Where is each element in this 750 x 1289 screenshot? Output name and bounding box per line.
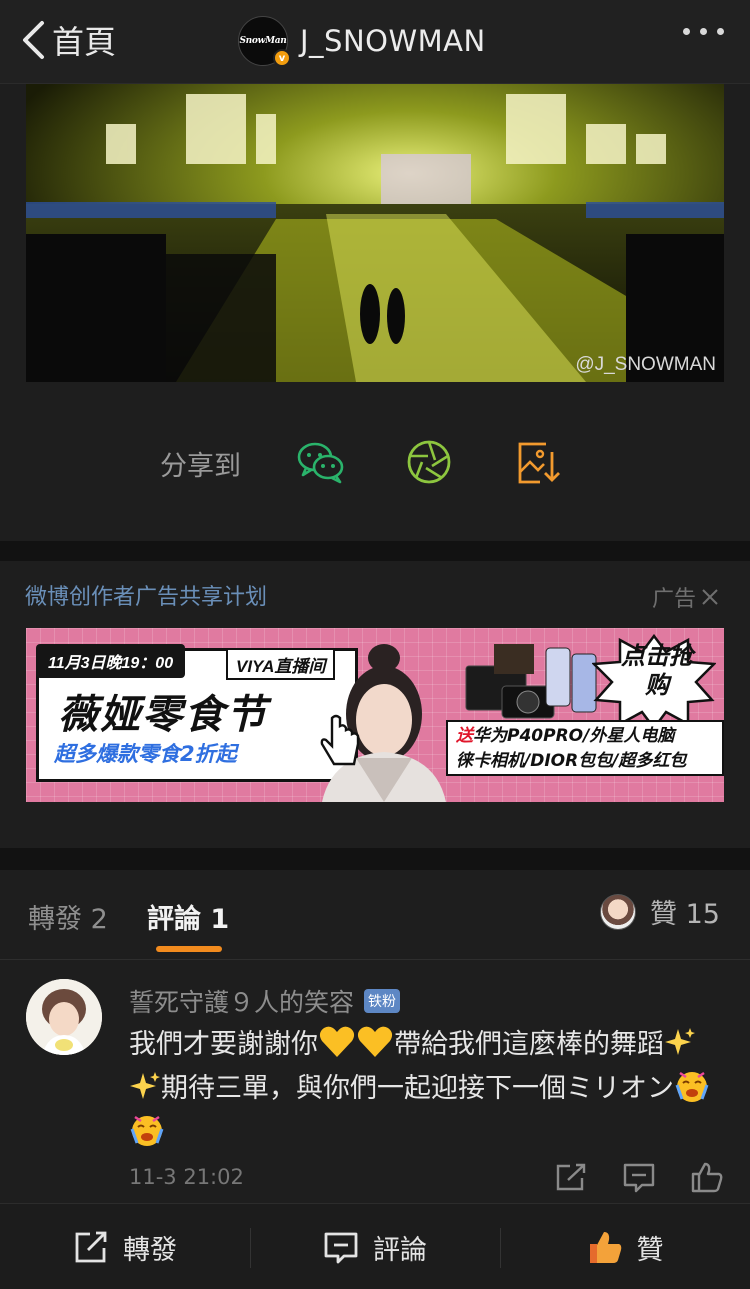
verified-badge-icon: v <box>273 49 291 67</box>
tab-comments[interactable]: 評論 1 <box>147 897 229 936</box>
section-divider <box>0 541 750 561</box>
like-label: 贊 <box>636 1234 664 1266</box>
comment-item: 誓死守護９人的笑容 铁粉 我們才要謝謝你 帶給我們這麼棒的舞蹈期待三單，與你們一起… <box>0 961 750 1201</box>
yellow-heart-icon <box>357 1026 393 1057</box>
ad-date: 11月3日晚19：00 <box>36 644 186 678</box>
top-nav-bar: 首頁 SnowMan v J_SNOWMAN <box>0 0 750 84</box>
ad-subline: 超多爆款零食2折起 <box>54 742 237 766</box>
ad-tag-label: 广告 <box>651 587 696 612</box>
active-tab-indicator <box>156 946 222 952</box>
bottom-action-bar: 轉發 評論 贊 <box>0 1203 750 1289</box>
feedback-tabs: 轉發 2 評論 1 贊 15 <box>0 870 750 960</box>
share-label: 分享到 <box>160 451 241 482</box>
ad-close-button[interactable]: 广告 <box>652 581 720 613</box>
sparkles-icon <box>665 1028 695 1055</box>
video-player[interactable]: @J_SNOWMAN <box>26 84 724 382</box>
account-header[interactable]: SnowMan v J_SNOWMAN <box>238 14 486 68</box>
comment-text: 我們才要謝謝你 帶給我們這麼棒的舞蹈期待三單，與你們一起迎接下一個ミリオン <box>129 1023 719 1155</box>
crying-face-icon <box>675 1071 709 1102</box>
section-divider <box>0 848 750 870</box>
comment-text-part: 期待三單，與你們一起迎接下一個ミリオン <box>161 1073 674 1104</box>
pointer-hand-icon <box>320 714 360 766</box>
back-label: 首頁 <box>52 23 117 61</box>
ad-headline: 薇娅零食节 <box>58 692 268 738</box>
avatar[interactable]: SnowMan v <box>238 16 291 67</box>
repost-label: 轉發 <box>123 1234 177 1266</box>
avatar[interactable] <box>26 979 102 1055</box>
comment-reply-icon[interactable] <box>622 1161 656 1193</box>
ad-section-title[interactable]: 微博创作者广告共享计划 <box>25 579 267 611</box>
sparkles-icon <box>130 1072 160 1099</box>
repost-button[interactable]: 轉發 <box>0 1204 250 1289</box>
back-button[interactable]: 首頁 <box>20 18 116 62</box>
tab-likes[interactable]: 贊 15 <box>600 892 720 931</box>
comment-button[interactable]: 評論 <box>250 1204 500 1289</box>
tab-reposts[interactable]: 轉發 2 <box>28 897 108 936</box>
more-options-icon[interactable] <box>683 28 724 35</box>
thumbs-up-icon <box>589 1232 621 1263</box>
concert-stage-image <box>26 84 724 382</box>
page-title: J_SNOWMAN <box>300 24 486 58</box>
ad-gift-line1: 华为P40PRO/外星人电脑 <box>473 726 675 746</box>
crying-face-icon <box>130 1115 164 1146</box>
comment-like-icon[interactable] <box>690 1161 724 1193</box>
like-button[interactable]: 贊 <box>500 1204 750 1289</box>
video-watermark: @J_SNOWMAN <box>575 354 716 375</box>
comment-username[interactable]: 誓死守護９人的笑容 <box>129 983 354 1019</box>
ad-banner[interactable]: 11月3日晚19：00 VIYA直播间 薇娅零食节 超多爆款零食2折起 点击抢购… <box>26 628 724 802</box>
avatar <box>600 893 637 930</box>
ad-cta[interactable]: 点击抢购 <box>612 642 702 700</box>
wechat-icon[interactable] <box>296 438 346 486</box>
ad-gift-line2: 徕卡相机/DIOR包包/超多红包 <box>456 751 687 771</box>
brand-logo: SnowMan <box>239 36 287 46</box>
chevron-left-icon <box>23 21 44 59</box>
moments-icon[interactable] <box>404 438 454 486</box>
close-icon <box>702 589 718 605</box>
comment-text-part: 我們才要謝謝你 <box>129 1029 318 1060</box>
comment-icon <box>324 1232 358 1264</box>
ad-gift-prefix: 送 <box>456 726 473 746</box>
share-row: 分享到 <box>0 430 750 494</box>
comment-timestamp: 11-3 21:02 <box>129 1165 244 1189</box>
comment-text-part: 帶給我們這麼棒的舞蹈 <box>394 1029 664 1060</box>
save-image-icon[interactable] <box>514 438 564 486</box>
ad-devices-image <box>465 644 597 719</box>
yellow-heart-icon <box>319 1026 355 1057</box>
fan-badge: 铁粉 <box>364 989 401 1013</box>
ad-gift-box: 送华为P40PRO/外星人电脑 徕卡相机/DIOR包包/超多红包 <box>446 720 724 776</box>
comment-label: 評論 <box>373 1234 427 1266</box>
likes-count: 贊 15 <box>650 899 720 930</box>
repost-icon <box>75 1231 107 1263</box>
comment-repost-icon[interactable] <box>554 1161 588 1193</box>
